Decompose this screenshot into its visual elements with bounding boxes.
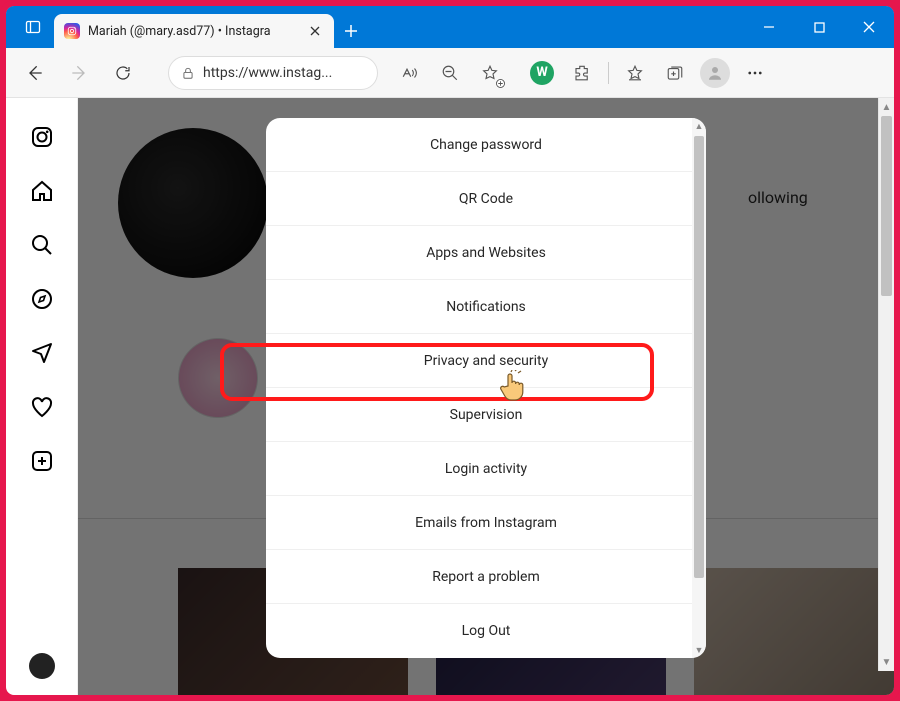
read-aloud-icon[interactable] [392, 55, 428, 91]
window-controls [744, 6, 894, 48]
menu-item-label: QR Code [459, 191, 513, 207]
notifications-heart-icon[interactable] [29, 394, 55, 420]
window-titlebar: Mariah (@mary.asd77) • Instagra [6, 6, 894, 48]
home-icon[interactable] [29, 178, 55, 204]
cursor-hand-icon [498, 370, 528, 404]
scroll-up-arrow-icon[interactable]: ▲ [692, 118, 706, 134]
create-post-icon[interactable] [29, 448, 55, 474]
instagram-logo-icon[interactable] [29, 124, 55, 150]
instagram-sidebar [6, 98, 78, 695]
menu-item-label: Supervision [450, 407, 523, 423]
settings-modal: Change password QR Code Apps and Websites N… [266, 118, 706, 658]
scrollbar-thumb[interactable] [881, 116, 892, 296]
wordtune-extension-icon[interactable]: W [524, 55, 560, 91]
menu-item-label: Log Out [462, 623, 511, 639]
tab-close-button[interactable] [306, 22, 324, 40]
refresh-button[interactable] [104, 54, 142, 92]
profile-page: ollowing 💛 Change passwordQR CodeApps an… [78, 98, 894, 695]
tab-actions-button[interactable] [12, 6, 54, 48]
menu-item-label: Notifications [446, 299, 526, 315]
menu-item-label: Privacy and security [424, 353, 548, 369]
new-tab-button[interactable] [334, 14, 368, 48]
menu-item-label: Login activity [445, 461, 527, 477]
settings-menu-item-apps-and-websites[interactable]: Apps and Websites [266, 226, 706, 280]
address-bar[interactable]: https://www.instag... [168, 56, 378, 90]
minimize-button[interactable] [744, 6, 794, 48]
zoom-out-icon[interactable] [432, 55, 468, 91]
settings-menu-item-report-a-problem[interactable]: Report a problem [266, 550, 706, 604]
messages-icon[interactable] [29, 340, 55, 366]
instagram-favicon-icon [64, 23, 80, 39]
menu-item-label: Report a problem [432, 569, 540, 585]
close-window-button[interactable] [844, 6, 894, 48]
settings-menu-item-qr-code[interactable]: QR Code [266, 172, 706, 226]
page-scrollbar[interactable]: ▲ ▼ [878, 98, 894, 671]
profile-avatar-icon[interactable] [697, 55, 733, 91]
toolbar-actions: W [392, 55, 773, 91]
menu-item-label: Change password [430, 137, 542, 153]
collections-icon[interactable] [657, 55, 693, 91]
tab-title: Mariah (@mary.asd77) • Instagra [88, 24, 298, 39]
settings-menu-item-supervision[interactable]: Supervision [266, 388, 706, 442]
scroll-down-arrow-icon[interactable]: ▼ [692, 642, 706, 658]
settings-menu-item-log-out[interactable]: Log Out [266, 604, 706, 658]
sidebar-profile-avatar[interactable] [29, 653, 55, 679]
settings-menu-item-emails-from-instagram[interactable]: Emails from Instagram [266, 496, 706, 550]
menu-item-label: Emails from Instagram [415, 515, 557, 531]
browser-window: Mariah (@mary.asd77) • Instagra [6, 6, 894, 695]
toolbar-divider [608, 62, 609, 84]
favorites-bar-icon[interactable] [617, 55, 653, 91]
maximize-button[interactable] [794, 6, 844, 48]
scrollbar-thumb[interactable] [694, 136, 704, 578]
menu-item-label: Apps and Websites [426, 245, 546, 261]
settings-menu-item-privacy-and-security[interactable]: Privacy and security [266, 334, 706, 388]
settings-menu-item-notifications[interactable]: Notifications [266, 280, 706, 334]
extensions-icon[interactable] [564, 55, 600, 91]
tabs-area: Mariah (@mary.asd77) • Instagra [6, 6, 368, 48]
explore-icon[interactable] [29, 286, 55, 312]
modal-scrollbar[interactable]: ▲ ▼ [692, 118, 706, 658]
lock-icon [181, 66, 195, 80]
browser-toolbar: https://www.instag... W [6, 48, 894, 98]
back-button[interactable] [16, 54, 54, 92]
url-text: https://www.instag... [203, 65, 365, 81]
settings-menu-list: Change password QR Code Apps and Websites N… [266, 118, 706, 658]
more-menu-icon[interactable] [737, 55, 773, 91]
page-content: ollowing 💛 Change passwordQR CodeApps an… [6, 98, 894, 695]
settings-menu-item-login-activity[interactable]: Login activity [266, 442, 706, 496]
forward-button[interactable] [60, 54, 98, 92]
scroll-up-arrow-icon[interactable]: ▲ [879, 98, 894, 116]
search-icon[interactable] [29, 232, 55, 258]
settings-menu-item-change-password[interactable]: Change password [266, 118, 706, 172]
active-tab[interactable]: Mariah (@mary.asd77) • Instagra [54, 14, 334, 48]
scroll-down-arrow-icon[interactable]: ▼ [879, 653, 894, 671]
favorites-icon[interactable] [472, 55, 508, 91]
